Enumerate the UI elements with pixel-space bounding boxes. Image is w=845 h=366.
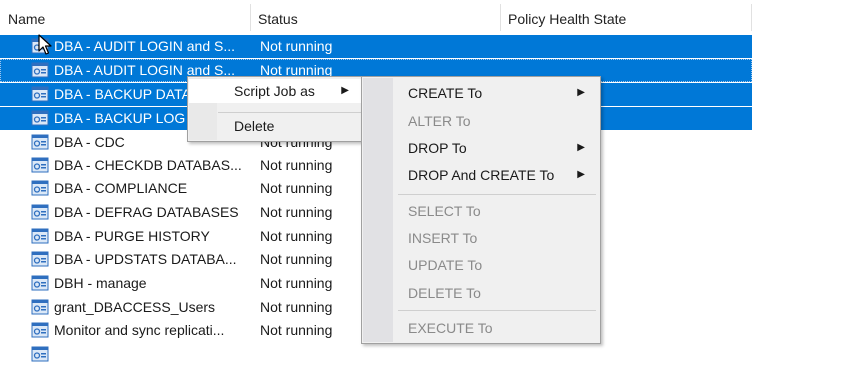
table-row[interactable]: DBA - AUDIT LOGIN and S... Not running (0, 35, 752, 58)
job-name (54, 343, 244, 366)
menu-item-insert-to[interactable]: INSERT To (363, 225, 599, 251)
job-status: Not running (260, 322, 333, 338)
menu-item-delete[interactable]: Delete (189, 114, 363, 138)
job-name: DBA - PURGE HISTORY (54, 228, 210, 244)
job-icon (31, 157, 49, 173)
menu-item-delete-to[interactable]: DELETE To (363, 280, 599, 306)
job-name: grant_DBACCESS_Users (54, 299, 216, 315)
job-status: Not running (260, 251, 333, 267)
menu-item-drop-to[interactable]: DROP To ▶ (363, 135, 599, 161)
menu-separator (218, 112, 362, 113)
job-status: Not running (260, 157, 333, 173)
job-icon (31, 346, 49, 362)
script-job-submenu: CREATE To ▶ ALTER To DROP To ▶ DROP And … (361, 76, 601, 344)
menu-item-alter-to[interactable]: ALTER To (363, 108, 599, 134)
job-status: Not running (260, 38, 333, 54)
job-name: DBA - COMPLIANCE (54, 180, 188, 196)
job-icon (31, 180, 49, 196)
job-name: DBH - manage (54, 275, 147, 291)
mouse-cursor-icon (38, 34, 52, 55)
table-row[interactable] (0, 343, 752, 366)
menu-item-create-to[interactable]: CREATE To ▶ (363, 80, 599, 106)
menu-separator (398, 310, 596, 311)
triangle-right-icon: ▶ (577, 142, 585, 153)
job-name: DBA - DEFRAG DATABASES (54, 204, 239, 220)
job-name: Monitor and sync replicati... (54, 322, 225, 338)
menu-item-label: UPDATE To (408, 257, 483, 273)
context-menu: Script Job as ▶ Delete (187, 76, 365, 142)
job-name: DBA - CHECKDB DATABAS... (54, 157, 242, 173)
menu-item-execute-to[interactable]: EXECUTE To (363, 315, 599, 341)
menu-item-update-to[interactable]: UPDATE To (363, 252, 599, 278)
menu-item-label: Delete (234, 118, 275, 134)
menu-item-label: ALTER To (408, 113, 471, 129)
job-icon (31, 228, 49, 244)
column-header-policy-health-state[interactable]: Policy Health State (500, 0, 751, 33)
column-header-status[interactable]: Status (250, 0, 500, 33)
job-status: Not running (260, 204, 333, 220)
menu-item-script-job-as[interactable]: Script Job as ▶ (189, 79, 363, 103)
menu-item-label: DROP And CREATE To (408, 167, 555, 183)
menu-separator (398, 194, 596, 195)
job-name: DBA - UPDSTATS DATABA... (54, 251, 237, 267)
job-icon (31, 275, 49, 291)
triangle-right-icon: ▶ (577, 169, 585, 180)
job-icon (31, 86, 49, 102)
menu-item-label: INSERT To (408, 230, 478, 246)
job-icon (31, 322, 49, 338)
menu-item-label: EXECUTE To (408, 320, 493, 336)
job-status: Not running (260, 299, 333, 315)
job-status: Not running (260, 180, 333, 196)
job-status: Not running (260, 275, 333, 291)
job-name: DBA - AUDIT LOGIN and S... (54, 38, 236, 54)
menu-item-label: SELECT To (408, 203, 481, 219)
job-icon (31, 110, 49, 126)
list-header: Name Status Policy Health State (0, 0, 845, 33)
menu-item-label: Script Job as (234, 83, 315, 99)
job-icon (31, 62, 49, 78)
menu-item-select-to[interactable]: SELECT To (363, 198, 599, 224)
column-header-name[interactable]: Name (0, 0, 250, 33)
triangle-right-icon: ▶ (577, 87, 585, 98)
menu-item-label: CREATE To (408, 85, 483, 101)
job-icon (31, 299, 49, 315)
job-icon (31, 204, 49, 220)
menu-item-label: DELETE To (408, 285, 481, 301)
column-divider[interactable] (751, 4, 752, 31)
menu-item-label: DROP To (408, 140, 467, 156)
job-icon (31, 134, 49, 150)
job-status: Not running (260, 228, 333, 244)
triangle-right-icon: ▶ (341, 85, 349, 96)
job-icon (31, 251, 49, 267)
menu-item-drop-and-create-to[interactable]: DROP And CREATE To ▶ (363, 162, 599, 188)
